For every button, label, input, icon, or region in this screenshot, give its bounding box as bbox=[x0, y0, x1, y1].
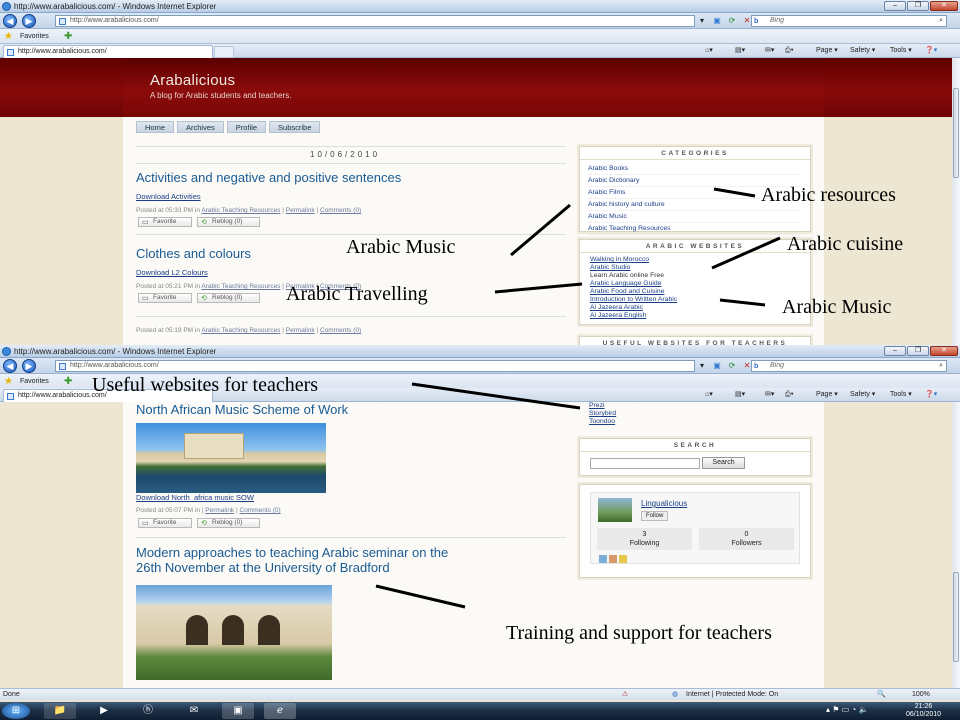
annotation-label: Arabic resources bbox=[761, 184, 896, 206]
annotation-label: Arabic cuisine bbox=[787, 233, 904, 255]
arrow-resources bbox=[713, 187, 756, 198]
arrow-music-right bbox=[719, 298, 766, 307]
annotation-arrows bbox=[375, 187, 781, 609]
annotation-label: Training and support for teachers bbox=[506, 622, 772, 644]
annotation-label: Arabic Travelling bbox=[286, 283, 428, 305]
arrow-travelling bbox=[494, 282, 583, 294]
annotation-label: Useful websites for teachers bbox=[92, 374, 319, 396]
arrow-cuisine bbox=[711, 236, 781, 270]
annotation-label: Arabic Music bbox=[782, 296, 892, 318]
arrow-music-top bbox=[510, 203, 571, 257]
arrow-training bbox=[375, 584, 466, 609]
arrow-teachers bbox=[411, 382, 581, 410]
annotation-label: Arabic Music bbox=[346, 236, 456, 258]
